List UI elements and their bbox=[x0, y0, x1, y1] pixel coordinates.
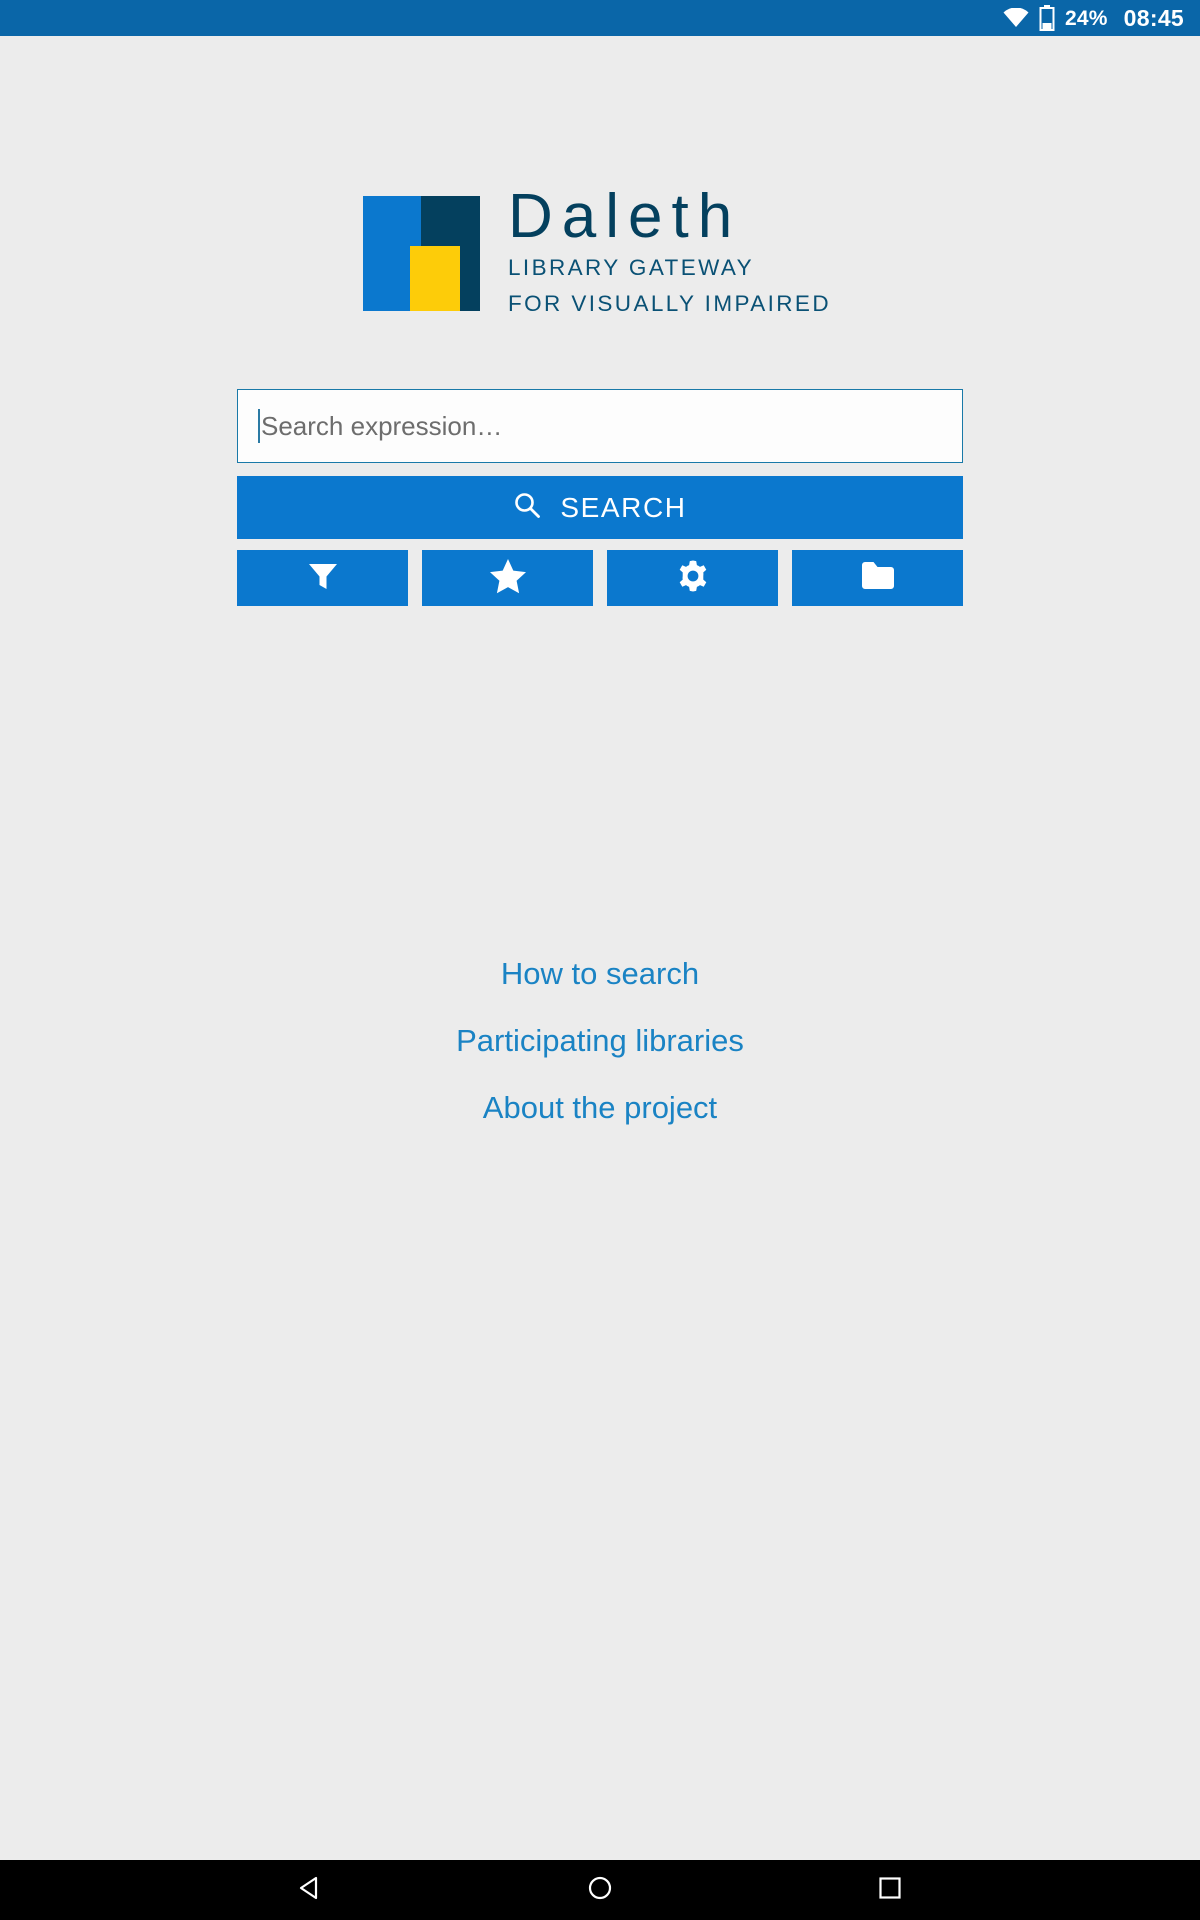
android-status-bar: 24% 08:45 bbox=[0, 0, 1200, 36]
filter-icon bbox=[306, 559, 340, 598]
folder-icon bbox=[859, 560, 897, 597]
files-button[interactable] bbox=[792, 550, 963, 607]
nav-home-button[interactable] bbox=[575, 1865, 625, 1915]
logo-subtitle-line2: FOR VISUALLY IMPAIRED bbox=[508, 290, 831, 316]
android-nav-bar bbox=[0, 1860, 1200, 1920]
footer-links: How to search Participating libraries Ab… bbox=[456, 958, 744, 1123]
recents-square-icon bbox=[878, 1876, 902, 1905]
logo-subtitle-line1: LIBRARY GATEWAY bbox=[508, 254, 755, 280]
nav-back-button[interactable] bbox=[285, 1865, 335, 1915]
search-icon bbox=[513, 491, 541, 524]
daleth-logo-mark-icon bbox=[363, 196, 480, 311]
search-input-placeholder: Search expression… bbox=[261, 411, 503, 442]
settings-button[interactable] bbox=[607, 550, 778, 607]
nav-recents-button[interactable] bbox=[865, 1865, 915, 1915]
toolbar-row bbox=[237, 550, 963, 607]
gear-icon bbox=[675, 558, 711, 599]
battery-percent-label: 24% bbox=[1065, 6, 1108, 30]
app-logo: Daleth LIBRARY GATEWAY FOR VISUALLY IMPA… bbox=[363, 182, 831, 318]
search-input[interactable]: Search expression… bbox=[237, 389, 963, 464]
link-about-the-project[interactable]: About the project bbox=[483, 1092, 717, 1123]
wifi-icon bbox=[1003, 8, 1029, 28]
link-how-to-search[interactable]: How to search bbox=[501, 958, 699, 989]
link-participating-libraries[interactable]: Participating libraries bbox=[456, 1025, 744, 1056]
search-section: Search expression… SEARCH bbox=[237, 389, 963, 607]
home-circle-icon bbox=[587, 1875, 613, 1906]
star-icon bbox=[489, 557, 527, 600]
battery-icon bbox=[1039, 5, 1055, 31]
status-clock: 08:45 bbox=[1123, 4, 1184, 31]
search-button[interactable]: SEARCH bbox=[237, 476, 963, 540]
logo-title: Daleth bbox=[508, 182, 742, 251]
favorites-button[interactable] bbox=[422, 550, 593, 607]
logo-mark-yellow-block bbox=[410, 246, 460, 311]
app-content: Daleth LIBRARY GATEWAY FOR VISUALLY IMPA… bbox=[0, 36, 1200, 1860]
filter-button[interactable] bbox=[237, 550, 408, 607]
text-caret bbox=[258, 409, 260, 444]
logo-text-group: Daleth LIBRARY GATEWAY FOR VISUALLY IMPA… bbox=[508, 182, 831, 318]
search-button-label: SEARCH bbox=[560, 491, 687, 523]
back-triangle-icon bbox=[297, 1875, 323, 1906]
